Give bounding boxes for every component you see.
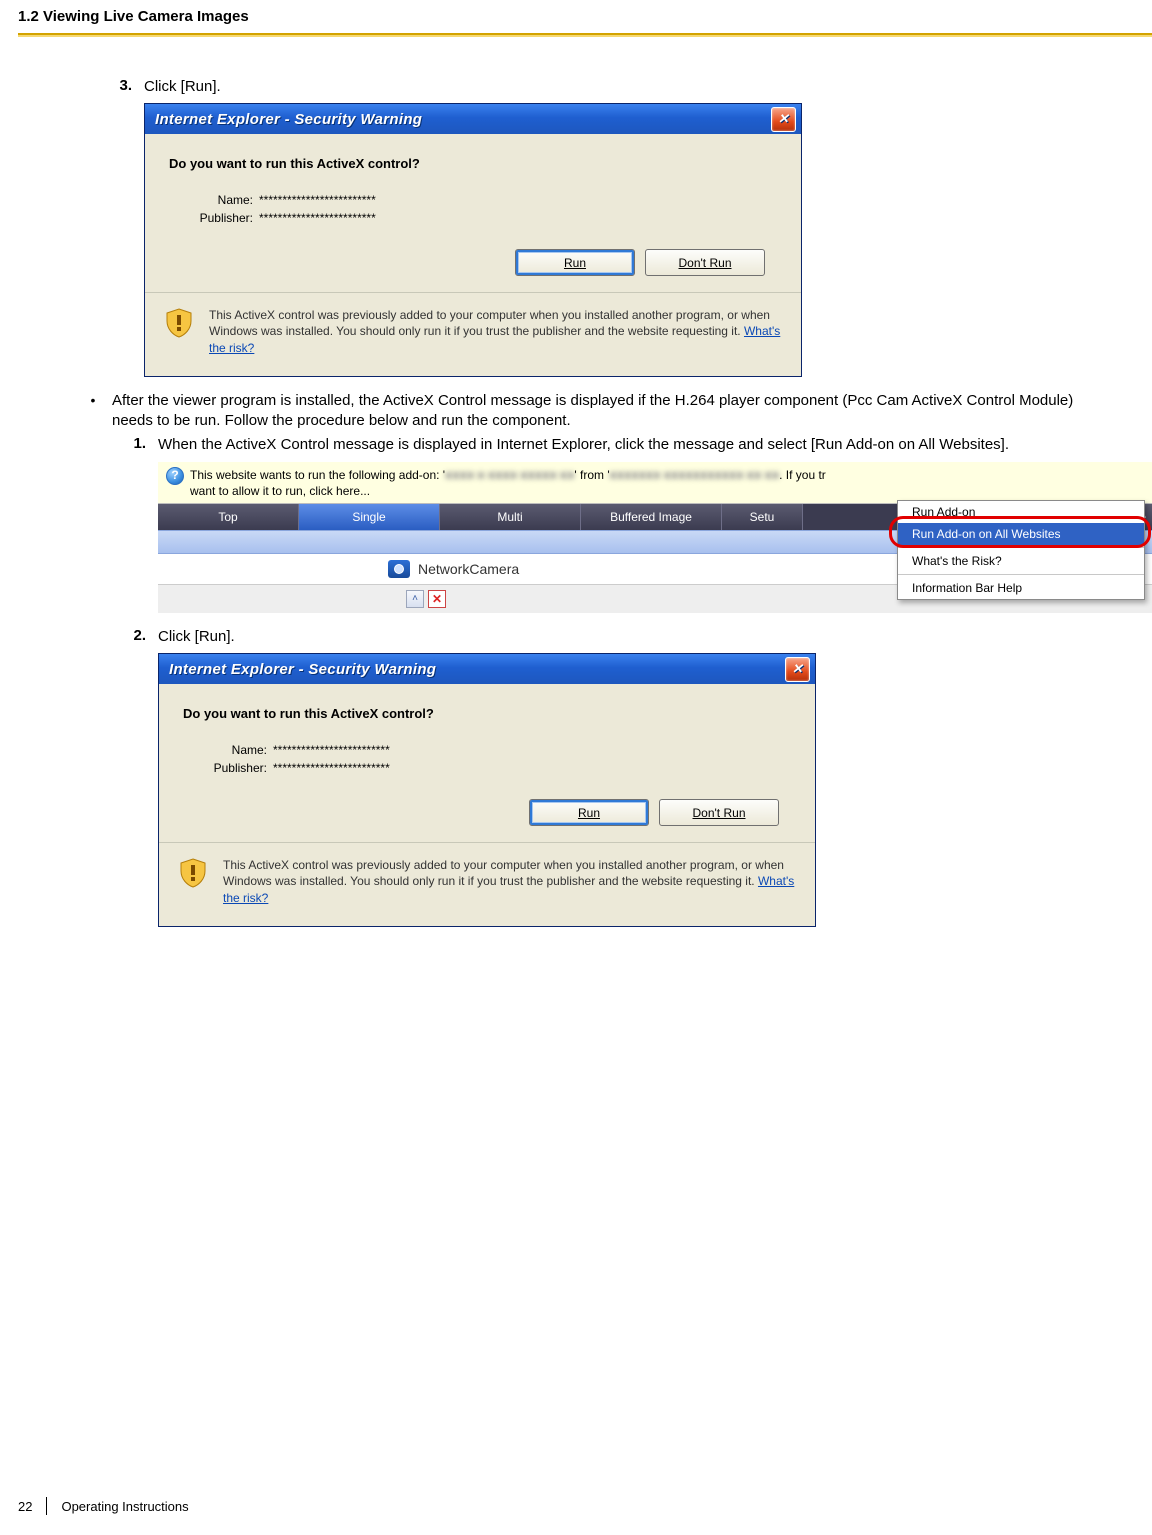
publisher-value: ************************* [273, 761, 390, 775]
tab-top[interactable]: Top [158, 504, 299, 530]
page-number: 22 [18, 1499, 32, 1514]
dialog-info-text: This ActiveX control was previously adde… [223, 857, 797, 906]
dialog-title: Internet Explorer - Security Warning [169, 661, 436, 678]
dialog-question: Do you want to run this ActiveX control? [183, 706, 791, 721]
menu-run-addon[interactable]: Run Add-on [898, 501, 1144, 523]
dialog-titlebar: Internet Explorer - Security Warning ✕ [145, 104, 801, 134]
dont-run-button[interactable]: Don't Run [659, 799, 779, 826]
step-text: Click [Run]. [158, 627, 1092, 647]
dialog-title: Internet Explorer - Security Warning [155, 111, 422, 128]
tab-single[interactable]: Single [299, 504, 440, 530]
dialog-question: Do you want to run this ActiveX control? [169, 156, 777, 171]
tab-setup[interactable]: Setu [722, 504, 803, 530]
close-icon[interactable]: ✕ [771, 107, 796, 132]
menu-whats-the-risk[interactable]: What's the Risk? [898, 550, 1144, 572]
scroll-up-icon[interactable]: ˄ [406, 590, 424, 608]
step-text: When the ActiveX Control message is disp… [158, 435, 1092, 455]
dialog-titlebar: Internet Explorer - Security Warning ✕ [159, 654, 815, 684]
camera-icon [388, 560, 410, 578]
publisher-value: ************************* [259, 211, 376, 225]
run-button[interactable]: Run [529, 799, 649, 826]
section-title: 1.2 Viewing Live Camera Images [18, 8, 1152, 25]
context-menu: Run Add-on Run Add-on on All Websites Wh… [897, 500, 1145, 600]
step-number: 3. [110, 77, 132, 97]
ie-infobar-screenshot: ? This website wants to run the followin… [158, 462, 1152, 613]
page-footer: 22 Operating Instructions [18, 1497, 189, 1515]
information-bar[interactable]: ? This website wants to run the followin… [158, 462, 1152, 504]
name-label: Name: [183, 743, 267, 757]
close-icon[interactable]: ✕ [785, 657, 810, 682]
step-number: 1. [124, 435, 146, 455]
menu-run-addon-all-websites[interactable]: Run Add-on on All Websites [898, 523, 1144, 545]
menu-information-bar-help[interactable]: Information Bar Help [898, 577, 1144, 599]
security-warning-dialog: Internet Explorer - Security Warning ✕ D… [144, 103, 802, 377]
publisher-label: Publisher: [169, 211, 253, 225]
camera-label: NetworkCamera [418, 561, 519, 577]
name-value: ************************* [273, 743, 390, 757]
name-value: ************************* [259, 193, 376, 207]
step-text: Click [Run]. [144, 77, 1092, 97]
shield-icon [177, 857, 209, 889]
step-number: 2. [124, 627, 146, 647]
bullet-mark: • [88, 391, 98, 432]
help-icon: ? [166, 467, 184, 485]
publisher-label: Publisher: [183, 761, 267, 775]
name-label: Name: [169, 193, 253, 207]
run-button[interactable]: Run [515, 249, 635, 276]
shield-icon [163, 307, 195, 339]
security-warning-dialog: Internet Explorer - Security Warning ✕ D… [158, 653, 816, 927]
tab-multi[interactable]: Multi [440, 504, 581, 530]
tab-buffered[interactable]: Buffered Image [581, 504, 722, 530]
dialog-info-text: This ActiveX control was previously adde… [209, 307, 783, 356]
doc-title: Operating Instructions [61, 1499, 188, 1514]
broken-image-icon: ✕ [428, 590, 446, 608]
bullet-text: After the viewer program is installed, t… [112, 391, 1092, 432]
dont-run-button[interactable]: Don't Run [645, 249, 765, 276]
